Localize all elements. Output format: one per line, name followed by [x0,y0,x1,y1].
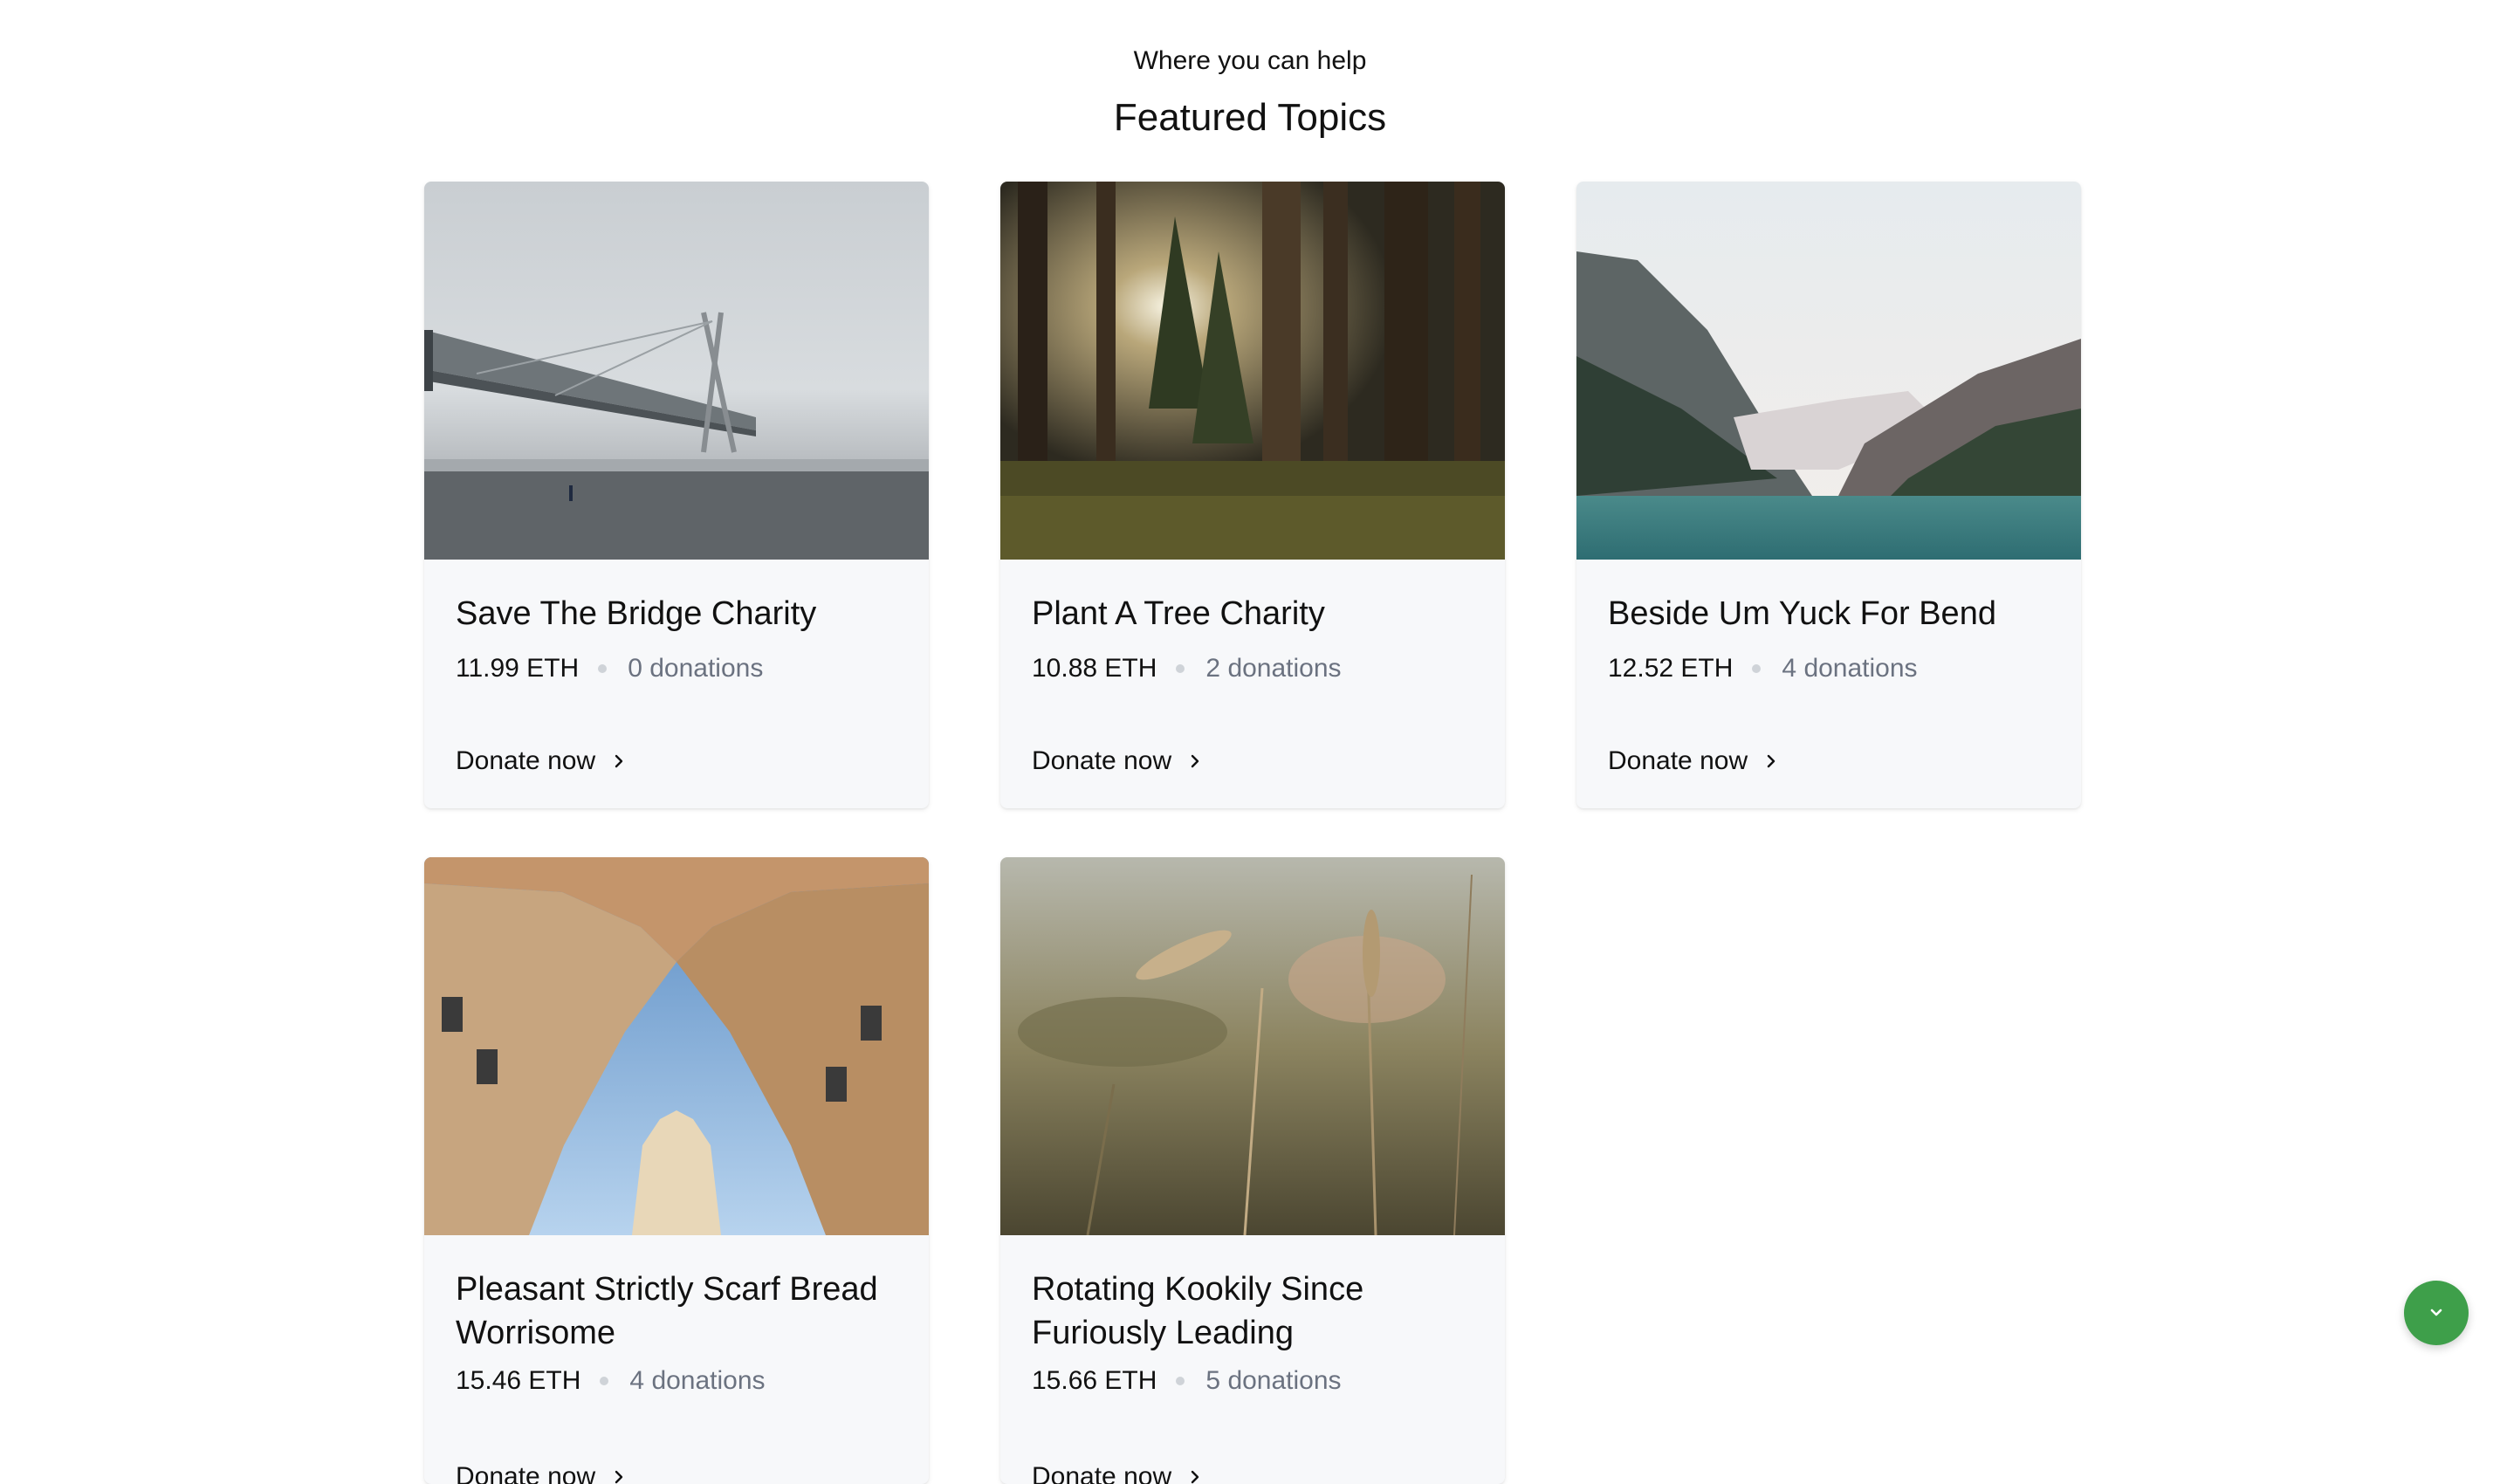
topic-image [1576,182,2081,560]
chevron-right-icon [1191,1470,1199,1484]
donation-count: 4 donations [1782,654,1918,683]
donate-now-label: Donate now [1032,1462,1172,1484]
raised-amount: 12.52 ETH [1608,654,1734,683]
topic-meta: 15.46 ETH 4 donations [456,1364,766,1398]
raised-amount: 11.99 ETH [456,654,580,683]
raised-amount: 15.66 ETH [1032,1366,1157,1395]
chevron-right-icon [1191,754,1199,768]
chevron-right-icon [615,754,623,768]
donation-count: 0 donations [628,654,764,683]
topic-meta: 10.88 ETH 2 donations [1032,651,1342,686]
donation-count: 4 donations [629,1366,766,1395]
topic-image [1000,857,1505,1235]
donate-now-label: Donate now [456,746,596,775]
donate-now-link[interactable]: Donate now [456,744,627,779]
topic-card[interactable]: Rotating Kookily Since Furiously Leading… [1000,857,1505,1484]
topic-card[interactable]: Plant A Tree Charity 10.88 ETH 2 donatio… [1000,182,1505,808]
topic-image [424,182,929,560]
topic-title[interactable]: Plant A Tree Charity [1032,592,1473,636]
separator-dot [598,664,608,673]
topic-card[interactable]: Pleasant Strictly Scarf Bread Worrisome … [424,857,929,1484]
topic-meta: 15.66 ETH 5 donations [1032,1364,1342,1398]
separator-dot [1176,664,1185,673]
section-subtitle: Where you can help [1133,46,1367,75]
donate-now-label: Donate now [1608,746,1748,775]
chevron-down-icon [2430,1309,2442,1316]
separator-dot [600,1377,609,1385]
donate-now-label: Donate now [1032,746,1172,775]
donate-now-label: Donate now [456,1462,596,1484]
chevron-right-icon [615,1470,623,1484]
separator-dot [1176,1377,1185,1385]
topic-image [1000,182,1505,560]
topic-image [424,857,929,1235]
chevron-right-icon [1767,754,1775,768]
donate-now-link[interactable]: Donate now [1032,1460,1203,1484]
topic-title[interactable]: Rotating Kookily Since Furiously Leading [1032,1268,1473,1355]
raised-amount: 10.88 ETH [1032,654,1157,683]
donate-now-link[interactable]: Donate now [456,1460,627,1484]
donation-count: 2 donations [1205,654,1342,683]
raised-amount: 15.46 ETH [456,1366,581,1395]
topic-card[interactable]: Beside Um Yuck For Bend 12.52 ETH 4 dona… [1576,182,2081,808]
section-title: Featured Topics [1113,96,1387,139]
topic-meta: 12.52 ETH 4 donations [1608,651,1918,686]
separator-dot [1752,664,1762,673]
topic-card[interactable]: Save The Bridge Charity 11.99 ETH 0 dona… [424,182,929,808]
scroll-down-button[interactable] [2404,1281,2469,1345]
topic-title[interactable]: Pleasant Strictly Scarf Bread Worrisome [456,1268,897,1355]
donate-now-link[interactable]: Donate now [1608,744,1779,779]
topic-title[interactable]: Beside Um Yuck For Bend [1608,592,2050,636]
topic-title[interactable]: Save The Bridge Charity [456,592,897,636]
donation-count: 5 donations [1205,1366,1342,1395]
donate-now-link[interactable]: Donate now [1032,744,1203,779]
topic-meta: 11.99 ETH 0 donations [456,651,763,686]
